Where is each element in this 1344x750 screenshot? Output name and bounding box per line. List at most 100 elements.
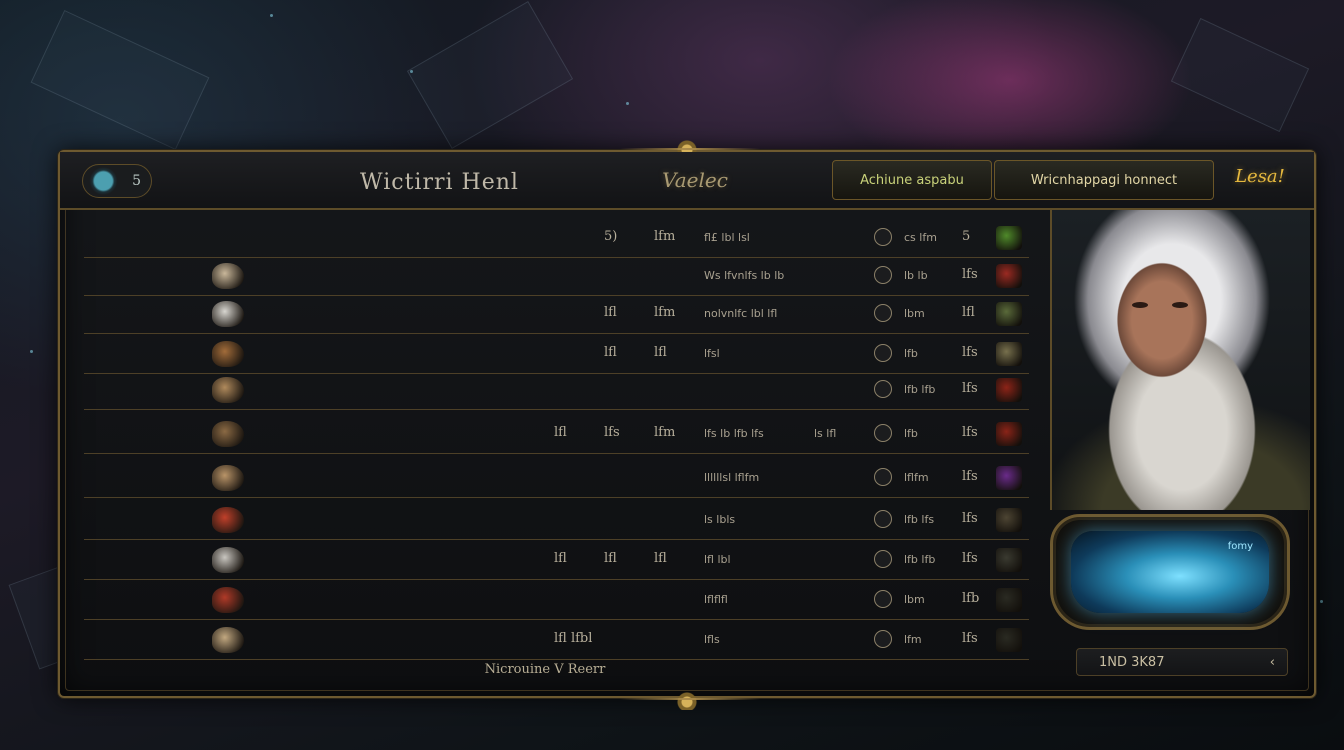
row-cell-c1: lfl bbox=[554, 551, 567, 566]
particle bbox=[30, 350, 33, 353]
row-cell-c4: llllllsl lflfm bbox=[704, 471, 760, 484]
row-cell-c3: lfm bbox=[654, 425, 676, 440]
row-cell-c3: lfm bbox=[654, 305, 676, 320]
item-list: 5) lfm fl£ lbl lsl cs lfm 5 Ws lfvnlfs lb lb l… bbox=[84, 218, 1029, 686]
row-cell-c7: lfs bbox=[962, 469, 978, 484]
list-row[interactable]: lfl lfm nolvnlfc lbl lfl lbm lfl bbox=[84, 294, 1029, 334]
stat-ring-icon bbox=[874, 304, 892, 322]
item-icon[interactable] bbox=[212, 377, 244, 403]
row-cell-c6: lb lb bbox=[904, 269, 928, 282]
row-cell-c6: lfb lfs bbox=[904, 513, 935, 526]
item-icon[interactable] bbox=[212, 547, 244, 573]
portrait-eye bbox=[1172, 302, 1188, 308]
row-cell-c7: lfs bbox=[962, 267, 978, 282]
row-cell-c7: lfl bbox=[962, 305, 975, 320]
row-cell-c6: lbm bbox=[904, 307, 925, 320]
stat-ring-icon bbox=[874, 630, 892, 648]
list-row[interactable]: lfl lfl lfsl lfb lfs bbox=[84, 334, 1029, 374]
rarity-gem-icon bbox=[996, 548, 1022, 572]
row-cell-c1: lfl bbox=[554, 425, 567, 440]
header-button-b[interactable]: Wricnhappagi honnect bbox=[994, 160, 1214, 200]
bottom-crest-ornament bbox=[669, 690, 705, 710]
row-cell-c6: lfb lfb bbox=[904, 553, 936, 566]
row-cell-c4: lfl lbl bbox=[704, 553, 731, 566]
inventory-panel: 5 Wictirri Henl Vaelec Achiune aspabu Wr… bbox=[58, 138, 1316, 710]
top-crest-line bbox=[620, 148, 760, 150]
item-icon[interactable] bbox=[212, 421, 244, 447]
list-row[interactable]: lfb lfb lfs bbox=[84, 370, 1029, 410]
panel-title: Wictirri Henl bbox=[360, 170, 519, 195]
code-value: 1ND 3K87 bbox=[1099, 654, 1165, 670]
row-cell-c2: lfl bbox=[604, 305, 617, 320]
rarity-gem-icon bbox=[996, 508, 1022, 532]
rarity-gem-icon bbox=[996, 588, 1022, 612]
list-row[interactable]: lfl lfs lfm lfs lb lfb lfs ls lfl lfb lfs bbox=[84, 414, 1029, 454]
emblem-icon[interactable]: 5 bbox=[82, 164, 152, 198]
list-row[interactable]: lflflfl lbm lfb bbox=[84, 580, 1029, 620]
stat-ring-icon bbox=[874, 468, 892, 486]
rarity-gem-icon bbox=[996, 466, 1022, 490]
chevron-left-icon[interactable]: ‹ bbox=[1270, 655, 1275, 670]
row-cell-c3: lfl bbox=[654, 345, 667, 360]
crystal-orb[interactable]: fomy bbox=[1071, 531, 1269, 613]
stat-ring-icon bbox=[874, 590, 892, 608]
item-icon[interactable] bbox=[212, 263, 244, 289]
particle bbox=[626, 102, 629, 105]
gold-counter: Lesa! bbox=[1235, 166, 1285, 187]
row-cell-c4: lfs lb lfb lfs bbox=[704, 427, 764, 440]
row-cell-c2: 5) bbox=[604, 229, 618, 244]
item-icon[interactable] bbox=[212, 341, 244, 367]
rarity-gem-icon bbox=[996, 226, 1022, 250]
crystal-label: fomy bbox=[1227, 541, 1253, 552]
list-row[interactable]: Ws lfvnlfs lb lb lb lb lfs bbox=[84, 256, 1029, 296]
row-cell-c7: lfs bbox=[962, 631, 978, 646]
stat-ring-icon bbox=[874, 228, 892, 246]
row-cell-c7: lfs bbox=[962, 345, 978, 360]
list-row[interactable]: llllllsl lflfm lflfm lfs bbox=[84, 458, 1029, 498]
row-cell-c4: lfsl bbox=[704, 347, 720, 360]
wizard-portrait bbox=[1050, 210, 1310, 510]
rarity-gem-icon bbox=[996, 628, 1022, 652]
rarity-gem-icon bbox=[996, 422, 1022, 446]
list-row[interactable]: 5) lfm fl£ lbl lsl cs lfm 5 bbox=[84, 218, 1029, 258]
particle bbox=[1320, 600, 1323, 603]
footer-label: Nicrouine V Reerr bbox=[484, 662, 606, 677]
item-icon[interactable] bbox=[212, 507, 244, 533]
row-cell-c4: fl£ lbl lsl bbox=[704, 231, 750, 244]
row-cell-c2: lfl bbox=[604, 551, 617, 566]
background-shard bbox=[1170, 17, 1310, 133]
row-cell-c4: Ws lfvnlfs lb lb bbox=[704, 269, 785, 282]
row-cell-c6: cs lfm bbox=[904, 231, 937, 244]
code-bar[interactable]: 1ND 3K87 ‹ bbox=[1076, 648, 1288, 676]
row-cell-c6: lfb lfb bbox=[904, 383, 936, 396]
panel-header: 5 Wictirri Henl Vaelec Achiune aspabu Wr… bbox=[60, 152, 1314, 210]
row-cell-c6: lfm bbox=[904, 633, 922, 646]
particle bbox=[410, 70, 413, 73]
list-row[interactable]: lfl lfbl lfls lfm lfs bbox=[84, 620, 1029, 660]
row-cell-c4: lfls bbox=[704, 633, 720, 646]
row-cell-c7: lfs bbox=[962, 425, 978, 440]
list-row[interactable]: ls lbls lfb lfs lfs bbox=[84, 500, 1029, 540]
item-icon[interactable] bbox=[212, 301, 244, 327]
row-cell-c3: lfm bbox=[654, 229, 676, 244]
stat-ring-icon bbox=[874, 510, 892, 528]
item-icon[interactable] bbox=[212, 465, 244, 491]
emblem-label: 5 bbox=[132, 173, 141, 189]
row-cell-c2: lfl bbox=[604, 345, 617, 360]
row-cell-c4: nolvnlfc lbl lfl bbox=[704, 307, 778, 320]
background-shard bbox=[406, 1, 574, 149]
row-cell-c6: lfb bbox=[904, 347, 918, 360]
row-cell-c7: lfs bbox=[962, 551, 978, 566]
item-icon[interactable] bbox=[212, 627, 244, 653]
header-button-a[interactable]: Achiune aspabu bbox=[832, 160, 992, 200]
game-logo: Vaelec bbox=[662, 168, 728, 192]
stat-ring-icon bbox=[874, 550, 892, 568]
list-row[interactable]: lfl lfl lfl lfl lbl lfb lfb lfs bbox=[84, 540, 1029, 580]
row-cell-c3: lfl bbox=[654, 551, 667, 566]
background-shard bbox=[30, 9, 210, 151]
portrait-eye bbox=[1132, 302, 1148, 308]
row-cell-c7: lfb bbox=[962, 591, 980, 606]
item-icon[interactable] bbox=[212, 587, 244, 613]
rarity-gem-icon bbox=[996, 302, 1022, 326]
rarity-gem-icon bbox=[996, 264, 1022, 288]
